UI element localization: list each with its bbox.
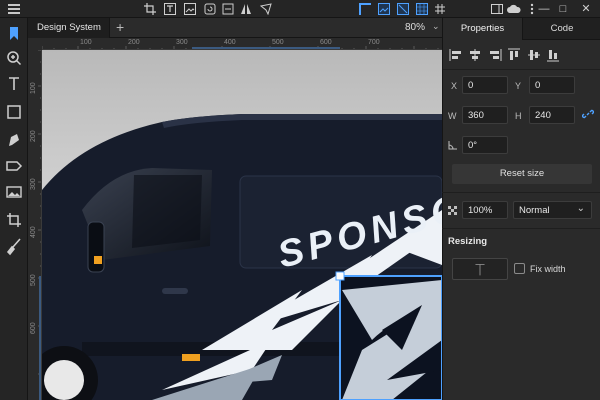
zoom-dropdown-icon[interactable]: ⌄ [432, 21, 440, 32]
top-toolbar: — □ ✕ [0, 0, 600, 18]
document-tab-bar: Design System + 80% ⌄ [28, 18, 442, 38]
app-window: — □ ✕ Design System + 80% ⌄ 100 200 300 … [0, 0, 600, 400]
resizing-preview [452, 258, 508, 280]
align-center-h-icon[interactable] [468, 48, 482, 62]
ruler-label: 200 [128, 39, 140, 46]
van-window-inner [132, 175, 202, 248]
rotate-icon[interactable] [204, 3, 216, 15]
hamburger-icon[interactable] [8, 4, 20, 14]
fix-width-label: Fix width [530, 264, 566, 274]
image-frame-icon[interactable] [184, 3, 196, 15]
x-input[interactable]: 0 [462, 76, 508, 94]
link-icon[interactable] [581, 108, 595, 120]
van-hubcap [44, 360, 84, 400]
image-icon[interactable] [4, 182, 24, 202]
maximize-button[interactable]: □ [556, 2, 570, 16]
opacity-icon [448, 206, 458, 216]
ruler-label: 100 [30, 82, 37, 94]
send-icon[interactable] [260, 3, 272, 15]
width-input[interactable]: 360 [462, 106, 508, 124]
design-canvas[interactable]: SPONSO [42, 50, 442, 400]
sidebar-icon[interactable] [491, 3, 503, 15]
tab-properties[interactable]: Properties [443, 18, 522, 40]
van-mirror [87, 221, 105, 273]
tab-label: Design System [37, 22, 101, 33]
knife-icon[interactable] [4, 236, 24, 256]
pointer-icon[interactable] [4, 24, 24, 44]
crop-icon[interactable] [144, 3, 156, 15]
zoom-icon[interactable] [4, 48, 24, 68]
corner-icon[interactable] [359, 3, 371, 15]
mirror-indicator [94, 256, 102, 264]
text-frame-icon[interactable] [164, 3, 176, 15]
chevron-down-icon: ⌄ [576, 203, 585, 214]
image-icon[interactable] [378, 3, 390, 15]
align-left-icon[interactable] [449, 48, 463, 62]
tab-code[interactable]: Code [522, 18, 600, 40]
ruler-label: 200 [30, 130, 37, 142]
grid-icon[interactable] [416, 3, 428, 15]
ruler-label: 600 [320, 39, 332, 46]
fix-width-checkbox[interactable] [514, 263, 525, 274]
divider [442, 192, 600, 193]
divider [442, 228, 600, 229]
shape-icon[interactable] [4, 156, 24, 176]
opacity-input[interactable]: 100% [462, 201, 508, 219]
tab-design-system[interactable]: Design System [28, 18, 110, 38]
ruler-corner [28, 38, 42, 50]
ruler-label: 400 [224, 39, 236, 46]
rotation-icon [448, 140, 458, 150]
crop-icon[interactable] [4, 210, 24, 230]
h-label: H [515, 111, 522, 121]
add-tab-button[interactable]: + [116, 19, 124, 35]
ruler-label: 300 [30, 178, 37, 190]
hash-icon[interactable] [434, 3, 446, 15]
side-marker-light [182, 354, 200, 361]
resizing-section-title: Resizing [448, 236, 488, 247]
cloud-icon[interactable] [507, 3, 521, 15]
align-right-icon[interactable] [488, 48, 502, 62]
reset-size-button[interactable]: Reset size [452, 164, 592, 184]
door-handle [162, 288, 188, 294]
guides-icon[interactable] [397, 3, 409, 15]
ruler-label: 100 [80, 39, 92, 46]
rectangle-icon[interactable] [4, 102, 24, 122]
align-bottom-icon[interactable] [546, 48, 560, 62]
text-icon[interactable] [4, 74, 24, 94]
minimize-button[interactable]: — [537, 2, 551, 16]
y-input[interactable]: 0 [529, 76, 575, 94]
blend-mode-select[interactable]: Normal ⌄ [513, 201, 592, 219]
close-window-button[interactable]: ✕ [579, 2, 593, 16]
vertical-ruler: 100 200 300 400 500 600 [28, 50, 42, 400]
rotation-input[interactable]: 0° [462, 136, 508, 154]
pen-icon[interactable] [4, 130, 24, 150]
ruler-label: 500 [30, 274, 37, 286]
ruler-label: 300 [176, 39, 188, 46]
zoom-level[interactable]: 80% [405, 22, 425, 33]
y-label: Y [515, 81, 522, 91]
tools-sidebar [0, 18, 28, 400]
w-label: W [448, 111, 457, 121]
ruler-label: 500 [272, 39, 284, 46]
flip-icon[interactable] [222, 3, 234, 15]
horizontal-ruler: 100 200 300 400 500 600 700 [42, 38, 442, 50]
height-input[interactable]: 240 [529, 106, 575, 124]
ruler-label: 700 [368, 39, 380, 46]
align-middle-icon[interactable] [527, 48, 541, 62]
flip-horizontal-icon[interactable] [240, 3, 252, 15]
blend-mode-value: Normal [519, 205, 550, 216]
ruler-label: 600 [30, 322, 37, 334]
x-label: X [451, 81, 458, 91]
align-top-icon[interactable] [507, 48, 521, 62]
alignment-toolbar [443, 40, 600, 70]
selected-frame[interactable] [339, 275, 442, 400]
selection-handle[interactable] [335, 271, 345, 281]
ruler-label: 400 [30, 226, 37, 238]
